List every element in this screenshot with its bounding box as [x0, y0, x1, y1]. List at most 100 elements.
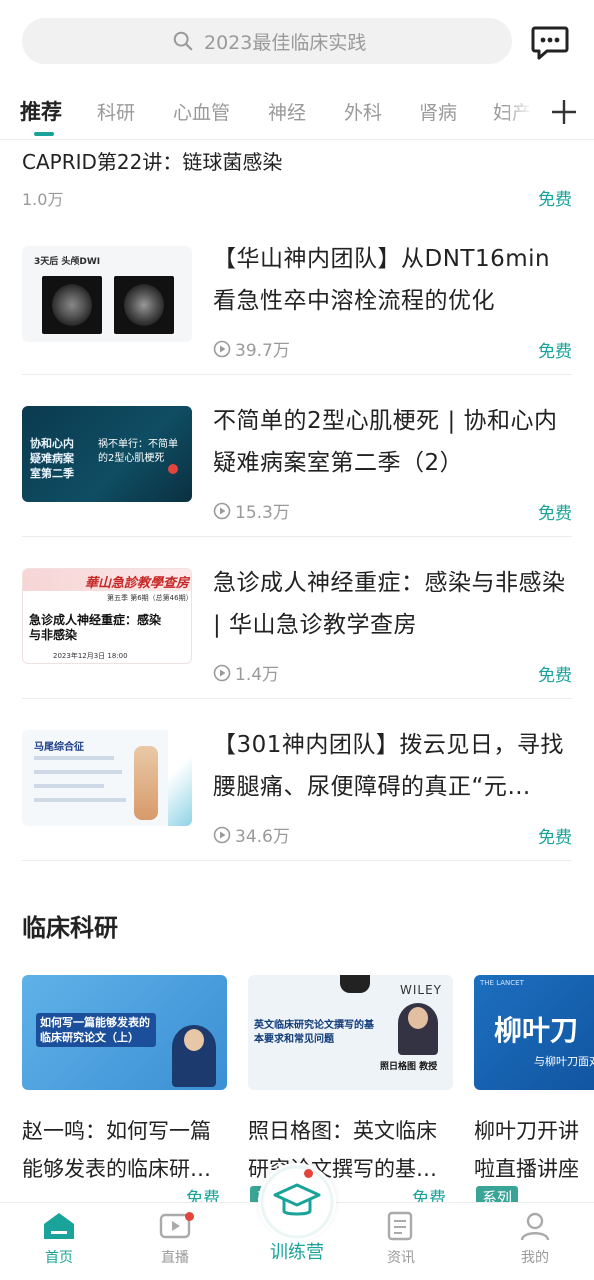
thumbnail-heading: 急诊成人神经重症：感染与非感染 [29, 613, 162, 642]
play-count-icon [213, 664, 231, 681]
training-notification-dot [304, 1169, 313, 1178]
view-count: 1.4万 [213, 660, 279, 685]
card-title: 赵一鸣：如何写一篇能够发表的临床研… [22, 1119, 211, 1181]
view-count: 39.7万 [213, 336, 290, 361]
thumbnail-episode-title: 祸不单行：不简单的2型心肌梗死 [98, 439, 178, 464]
tabs-divider [0, 139, 594, 140]
search-bar[interactable]: 2023最佳临床实践 [22, 18, 512, 64]
card-sub: 与柳叶刀面对 [534, 1055, 594, 1068]
card-headline: 柳叶刀 [494, 1014, 579, 1047]
course-thumbnail: 马尾综合征 [22, 730, 192, 826]
speaker-name: 照日格图 教授 [380, 1062, 438, 1072]
item-divider [22, 860, 572, 861]
list-item-title: 【华山神内团队】从DNT16min看急性卒中溶栓流程的优化 [213, 246, 551, 314]
list-item[interactable]: 華山急診教學查房 第五季 第6期（总第46期） 急诊成人神经重症：感染与非感染 … [0, 556, 594, 716]
nav-label: 直播 [161, 1250, 189, 1266]
free-label: 免费 [538, 666, 572, 686]
spine-illustration [134, 746, 158, 820]
course-thumbnail: 3天后 头颅DWI [22, 246, 192, 342]
course-thumbnail: 协和心内疑难病案室第二季 祸不单行：不简单的2型心肌梗死 [22, 406, 192, 502]
play-count-icon [213, 826, 231, 843]
section-title: 临床科研 [22, 914, 118, 942]
free-label: 免费 [538, 342, 572, 362]
view-count-text: 1.4万 [235, 665, 280, 685]
list-item[interactable]: 马尾综合征 【301神内团队】拨云见日，寻找腰腿痛、尿便障碍的真正“元… 34.… [0, 718, 594, 878]
thumbnail-text-line [34, 798, 126, 802]
view-count-text: 34.6万 [235, 827, 290, 847]
view-count-text: 39.7万 [235, 341, 290, 361]
view-count: 15.3万 [213, 498, 290, 523]
card-thumbnail: WILEY 英文临床研究论文撰写的基本要求和常见问题 照日格图 教授 [248, 975, 453, 1090]
search-placeholder: 2023最佳临床实践 [204, 31, 367, 54]
thumbnail-date: 2023年12月3日 18:00 [53, 652, 128, 660]
tab-neurology[interactable]: 神经 [268, 98, 306, 125]
free-label: 免费 [538, 504, 572, 524]
tabs-fade [505, 88, 545, 138]
card-brand: THE LANCET [480, 979, 524, 987]
card-brand: WILEY [400, 983, 443, 997]
tab-recommend[interactable]: 推荐 [20, 96, 62, 126]
active-tab-indicator [34, 132, 54, 136]
item-divider [22, 698, 572, 699]
thumbnail-text-line [34, 784, 104, 788]
view-count: 1.0万 [22, 190, 64, 209]
view-count-text: 15.3万 [235, 503, 290, 523]
list-item[interactable]: 3天后 头颅DWI 【华山神内团队】从DNT16min看急性卒中溶栓流程的优化 … [0, 232, 594, 392]
course-thumbnail: 華山急診教學查房 第五季 第6期（总第46期） 急诊成人神经重症：感染与非感染 … [22, 568, 192, 664]
add-tab-plus-icon[interactable] [548, 96, 580, 128]
tab-nephrology[interactable]: 肾病 [419, 98, 457, 125]
card-decoration [340, 975, 370, 993]
mri-image-left [42, 276, 102, 334]
message-icon[interactable] [530, 22, 570, 62]
thumbnail-sub: 第五季 第6期（总第46期） [107, 594, 192, 602]
mri-image-right [114, 276, 174, 334]
header: 2023最佳临床实践 [0, 0, 594, 80]
course-card[interactable]: 如何写一篇能够发表的临床研究论文（上） 赵一鸣：如何写一篇能够发表的临床研… [22, 975, 227, 1188]
nav-label: 资讯 [387, 1250, 415, 1266]
card-headline: 英文临床研究论文撰写的基本要求和常见问题 [254, 1020, 374, 1045]
card-thumbnail: 如何写一篇能够发表的临床研究论文（上） [22, 975, 227, 1090]
nav-label-training-camp[interactable]: 训练营 [262, 1238, 332, 1264]
nav-label: 首页 [45, 1250, 73, 1266]
list-item-title: 【301神内团队】拨云见日，寻找腰腿痛、尿便障碍的真正“元… [213, 732, 564, 800]
free-label: 免费 [538, 828, 572, 848]
nav-profile[interactable]: 我的 [500, 1211, 570, 1267]
tab-cardiovascular[interactable]: 心血管 [173, 98, 230, 125]
thumbnail-brand: 華山急診教學查房 [85, 576, 190, 591]
category-tabs: 推荐 科研 心血管 神经 外科 肾病 妇产 [0, 88, 594, 138]
list-item[interactable]: 协和心内疑难病案室第二季 祸不单行：不简单的2型心肌梗死 不简单的2型心肌梗死 … [0, 394, 594, 554]
home-icon [44, 1213, 74, 1239]
speaker-photo [172, 1025, 216, 1087]
tab-surgery[interactable]: 外科 [344, 98, 382, 125]
news-icon [387, 1211, 413, 1241]
view-count: 34.6万 [213, 822, 290, 847]
heart-icon [168, 464, 178, 474]
nav-live[interactable]: 直播 [140, 1211, 210, 1267]
thumbnail-caption: 马尾综合征 [34, 742, 84, 753]
thumbnail-series-title: 协和心内疑难病案室第二季 [30, 437, 74, 480]
thumbnail-text-line [34, 770, 122, 774]
profile-icon [520, 1212, 550, 1241]
item-divider [22, 536, 572, 537]
course-card[interactable]: WILEY 英文临床研究论文撰写的基本要求和常见问题 照日格图 教授 照日格图：… [248, 975, 453, 1188]
thumbnail-caption: 3天后 头颅DWI [34, 257, 101, 267]
list-item-title: 不简单的2型心肌梗死 | 协和心内疑难病案室第二季（2） [213, 408, 558, 476]
card-thumbnail: THE LANCET 柳叶刀 与柳叶刀面对 [474, 975, 594, 1090]
card-title: 柳叶刀开讲啦直播讲座 [474, 1119, 579, 1181]
live-notification-dot [185, 1212, 194, 1221]
graduation-cap-icon [260, 1165, 334, 1239]
thumbnail-text-line [34, 756, 114, 760]
free-label: 免费 [538, 190, 572, 210]
speaker-photo [398, 1003, 438, 1055]
list-item-title: 急诊成人神经重症：感染与非感染 | 华山急诊教学查房 [213, 570, 566, 638]
play-count-icon [213, 340, 231, 357]
play-count-icon [213, 502, 231, 519]
course-card[interactable]: THE LANCET 柳叶刀 与柳叶刀面对 柳叶刀开讲啦直播讲座 [474, 975, 594, 1188]
nav-home[interactable]: 首页 [24, 1211, 94, 1267]
training-camp-button[interactable] [258, 1163, 336, 1241]
nav-news[interactable]: 资讯 [366, 1211, 436, 1267]
search-icon [173, 31, 193, 51]
card-headline: 如何写一篇能够发表的临床研究论文（上） [40, 1016, 150, 1044]
tab-research[interactable]: 科研 [97, 98, 135, 125]
nav-label: 我的 [521, 1250, 549, 1266]
